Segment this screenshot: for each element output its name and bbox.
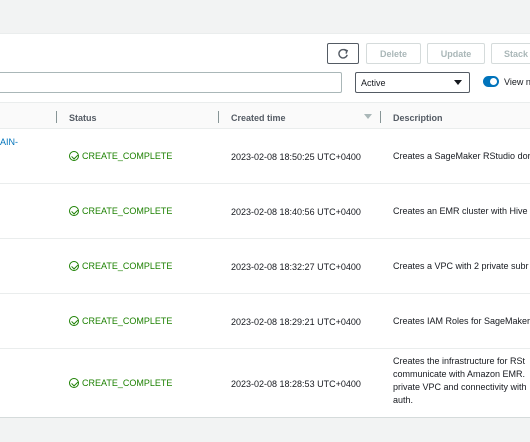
- description-cell: Creates a SageMaker RStudio dor: [393, 151, 530, 161]
- stack-actions-button[interactable]: Stack: [491, 43, 530, 64]
- status-text: CREATE_COMPLETE: [82, 316, 173, 326]
- description-line: communicate with Amazon EMR.: [393, 369, 526, 379]
- column-header-created-time[interactable]: Created time: [231, 113, 286, 123]
- description-cell: Creates a VPC with 2 private subr: [393, 261, 529, 271]
- column-header-status[interactable]: Status: [69, 113, 97, 123]
- update-button[interactable]: Update: [427, 43, 485, 64]
- table-header: Status Created time Description: [0, 102, 530, 129]
- check-circle-icon: [69, 151, 79, 161]
- status-text: CREATE_COMPLETE: [82, 261, 173, 271]
- check-circle-icon: [69, 206, 79, 216]
- created-time-cell: 2023-02-08 18:32:27 UTC+0400: [231, 262, 361, 272]
- status-cell: CREATE_COMPLETE: [69, 316, 172, 326]
- status-filter-value: Active: [361, 77, 386, 88]
- table-row[interactable]: CREATE_COMPLETE 2023-02-08 18:32:27 UTC+…: [0, 239, 530, 294]
- status-cell: CREATE_COMPLETE: [69, 378, 172, 388]
- description-cell: Creates IAM Roles for SageMaker: [393, 316, 530, 326]
- delete-button[interactable]: Delete: [366, 43, 421, 64]
- description-line: Creates the infrastructure for RSt: [393, 356, 526, 366]
- column-divider[interactable]: [380, 111, 381, 123]
- status-text: CREATE_COMPLETE: [82, 378, 173, 388]
- check-circle-icon: [69, 316, 79, 326]
- table-row[interactable]: CREATE_COMPLETE 2023-02-08 18:40:56 UTC+…: [0, 184, 530, 239]
- table-row[interactable]: AIN- CREATE_COMPLETE 2023-02-08 18:50:25…: [0, 129, 530, 184]
- status-cell: CREATE_COMPLETE: [69, 206, 172, 216]
- stacks-page: Delete Update Stack Active View n Status…: [0, 0, 530, 442]
- column-divider[interactable]: [218, 111, 219, 123]
- check-circle-icon: [69, 378, 79, 388]
- status-text: CREATE_COMPLETE: [82, 151, 173, 161]
- table-row[interactable]: CREATE_COMPLETE 2023-02-08 18:28:53 UTC+…: [0, 349, 530, 418]
- stack-search-input[interactable]: [0, 72, 342, 93]
- view-nested-toggle[interactable]: [483, 76, 499, 87]
- stack-name-link[interactable]: AIN-: [0, 137, 18, 147]
- created-time-cell: 2023-02-08 18:50:25 UTC+0400: [231, 152, 361, 162]
- description-line: auth.: [393, 395, 414, 405]
- table-row[interactable]: CREATE_COMPLETE 2023-02-08 18:29:21 UTC+…: [0, 294, 530, 349]
- description-line: private VPC and connectivity with: [393, 382, 527, 392]
- view-nested-label: View n: [504, 77, 530, 87]
- description-cell: Creates the infrastructure for RSt commu…: [393, 355, 530, 407]
- created-time-cell: 2023-02-08 18:29:21 UTC+0400: [231, 317, 361, 327]
- refresh-button[interactable]: [327, 43, 359, 64]
- refresh-icon: [338, 48, 349, 59]
- description-cell: Creates an EMR cluster with Hive: [393, 206, 528, 216]
- column-header-description[interactable]: Description: [393, 113, 443, 123]
- sort-descending-icon[interactable]: [364, 114, 372, 119]
- status-text: CREATE_COMPLETE: [82, 206, 173, 216]
- created-time-cell: 2023-02-08 18:40:56 UTC+0400: [231, 207, 361, 217]
- check-circle-icon: [69, 261, 79, 271]
- status-cell: CREATE_COMPLETE: [69, 151, 172, 161]
- created-time-cell: 2023-02-08 18:28:53 UTC+0400: [231, 379, 361, 389]
- column-divider[interactable]: [56, 111, 57, 123]
- stack-actions-label: Stack: [504, 48, 529, 59]
- status-cell: CREATE_COMPLETE: [69, 261, 172, 271]
- caret-down-icon: [454, 80, 462, 85]
- status-filter-select[interactable]: Active: [355, 72, 470, 93]
